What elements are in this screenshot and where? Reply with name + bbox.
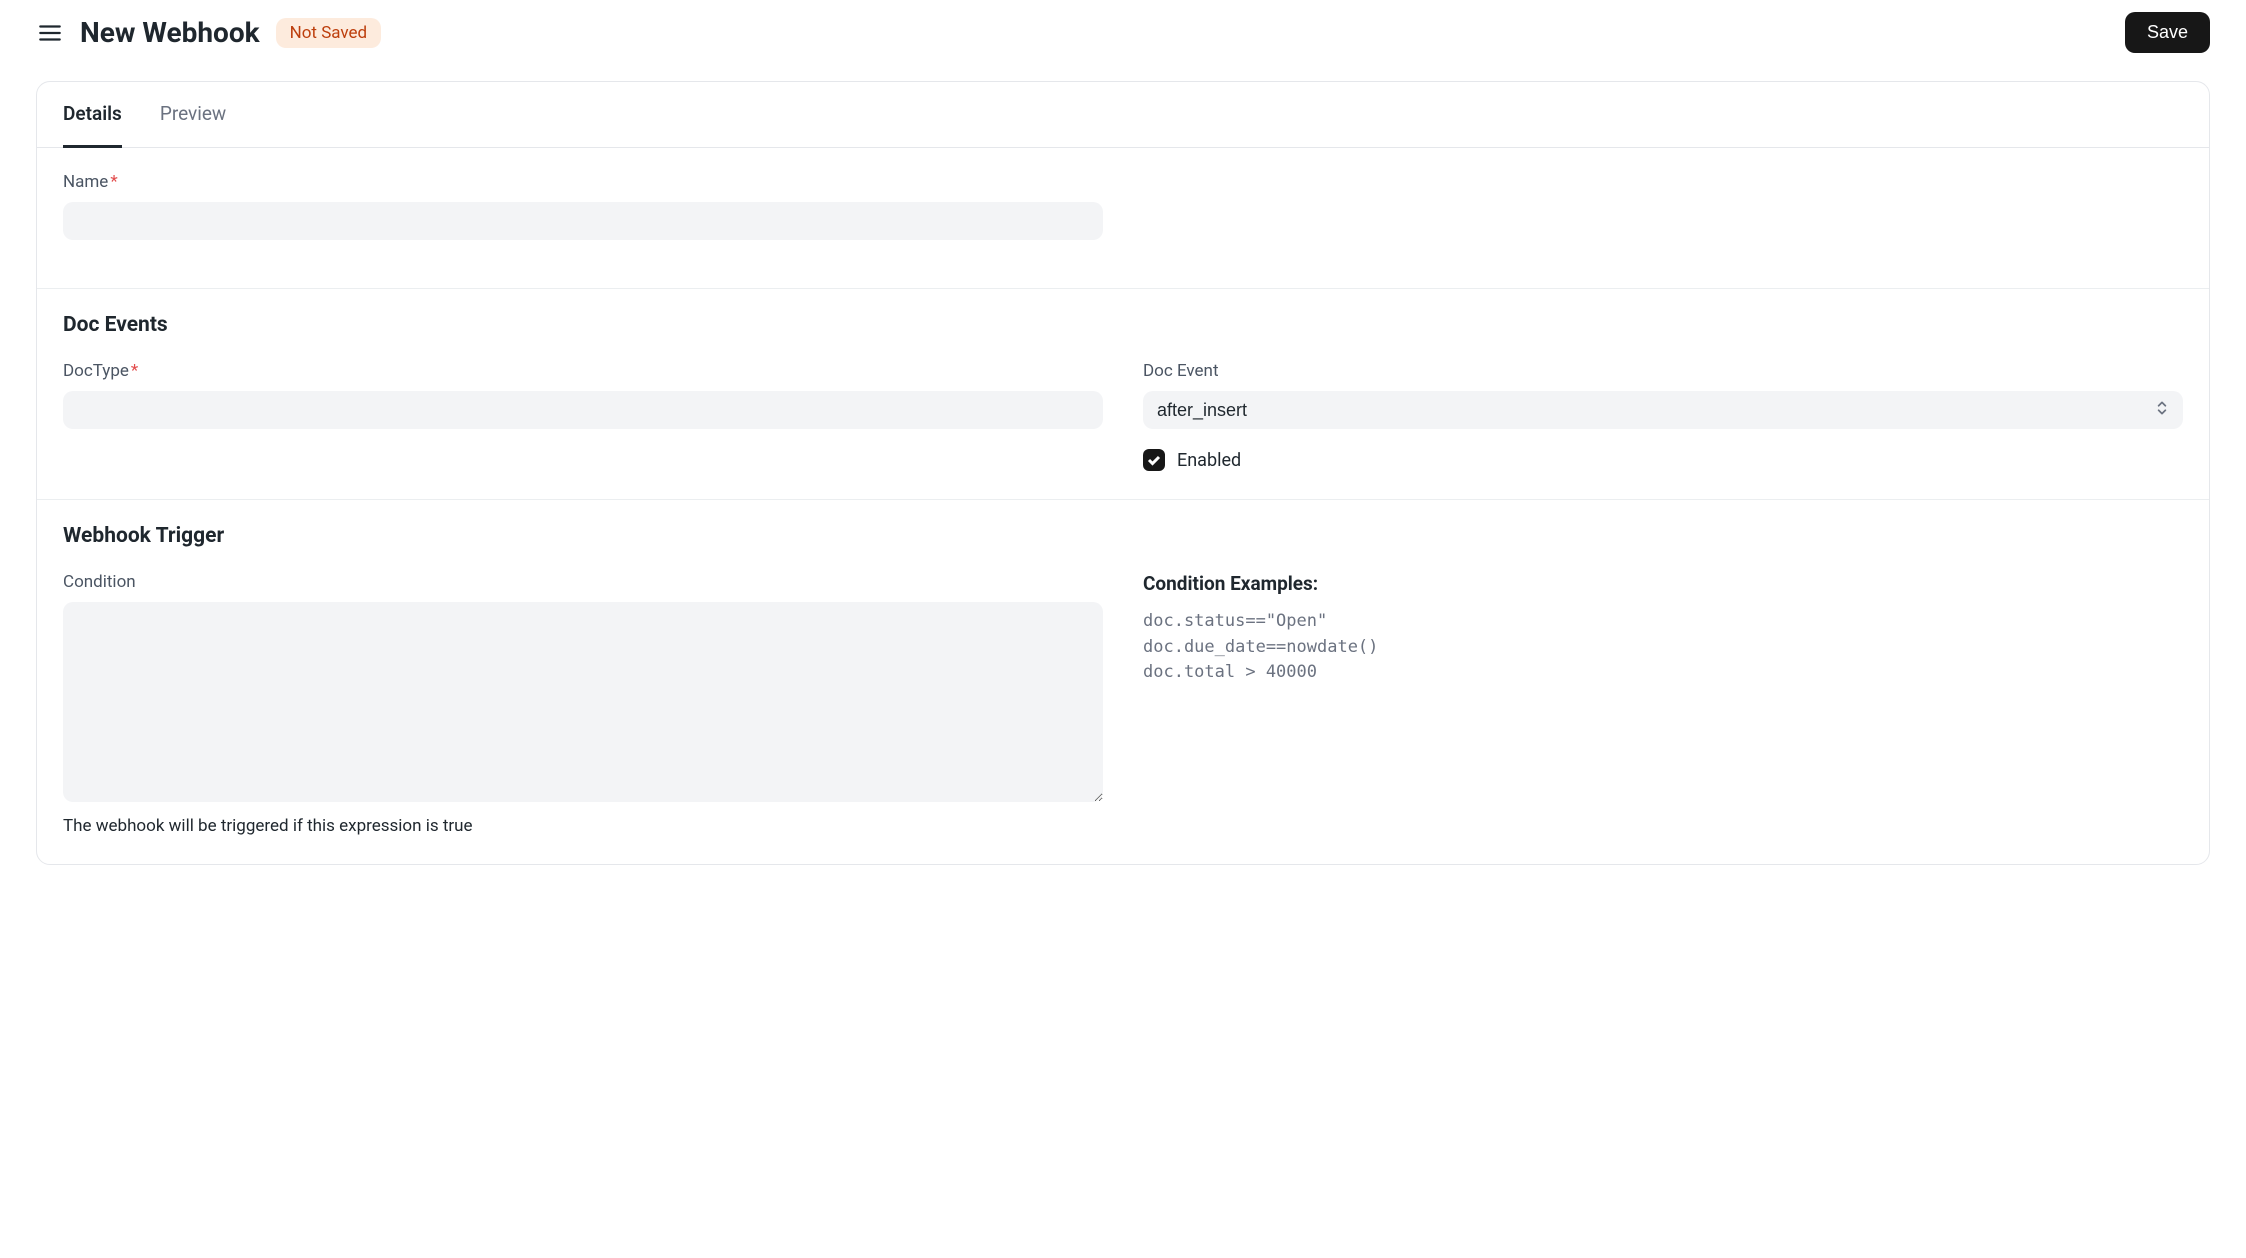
tabs: Details Preview bbox=[37, 82, 2209, 148]
doctype-label: DocType* bbox=[63, 361, 1103, 381]
name-label: Name* bbox=[63, 172, 1103, 192]
doc-event-label: Doc Event bbox=[1143, 361, 2183, 381]
save-button[interactable]: Save bbox=[2125, 12, 2210, 53]
status-badge: Not Saved bbox=[276, 18, 382, 48]
condition-textarea[interactable] bbox=[63, 602, 1103, 802]
condition-examples-heading: Condition Examples: bbox=[1143, 572, 2183, 595]
section-name: Name* bbox=[37, 148, 2209, 289]
page-title: New Webhook bbox=[80, 16, 260, 49]
enabled-checkbox[interactable] bbox=[1143, 449, 1165, 471]
form-card: Details Preview Name* Doc Events bbox=[36, 81, 2210, 865]
tab-preview[interactable]: Preview bbox=[160, 82, 226, 148]
enabled-label: Enabled bbox=[1177, 450, 1241, 471]
condition-help-text: The webhook will be triggered if this ex… bbox=[63, 816, 1103, 836]
section-webhook-trigger: Webhook Trigger Condition The webhook wi… bbox=[37, 500, 2209, 864]
name-input[interactable] bbox=[63, 202, 1103, 240]
section-doc-events: Doc Events DocType* Doc Event after_inse… bbox=[37, 289, 2209, 500]
condition-label: Condition bbox=[63, 572, 1103, 592]
webhook-trigger-heading: Webhook Trigger bbox=[63, 524, 2183, 548]
hamburger-menu-icon[interactable] bbox=[36, 19, 64, 47]
doc-events-heading: Doc Events bbox=[63, 313, 2183, 337]
condition-examples-code: doc.status=="Open" doc.due_date==nowdate… bbox=[1143, 609, 2183, 686]
tab-details[interactable]: Details bbox=[63, 82, 122, 148]
required-star-icon: * bbox=[110, 172, 117, 192]
doctype-input[interactable] bbox=[63, 391, 1103, 429]
required-star-icon: * bbox=[131, 361, 138, 381]
doc-event-select[interactable]: after_insert bbox=[1143, 391, 2183, 429]
page-header: New Webhook Not Saved Save bbox=[0, 0, 2246, 65]
